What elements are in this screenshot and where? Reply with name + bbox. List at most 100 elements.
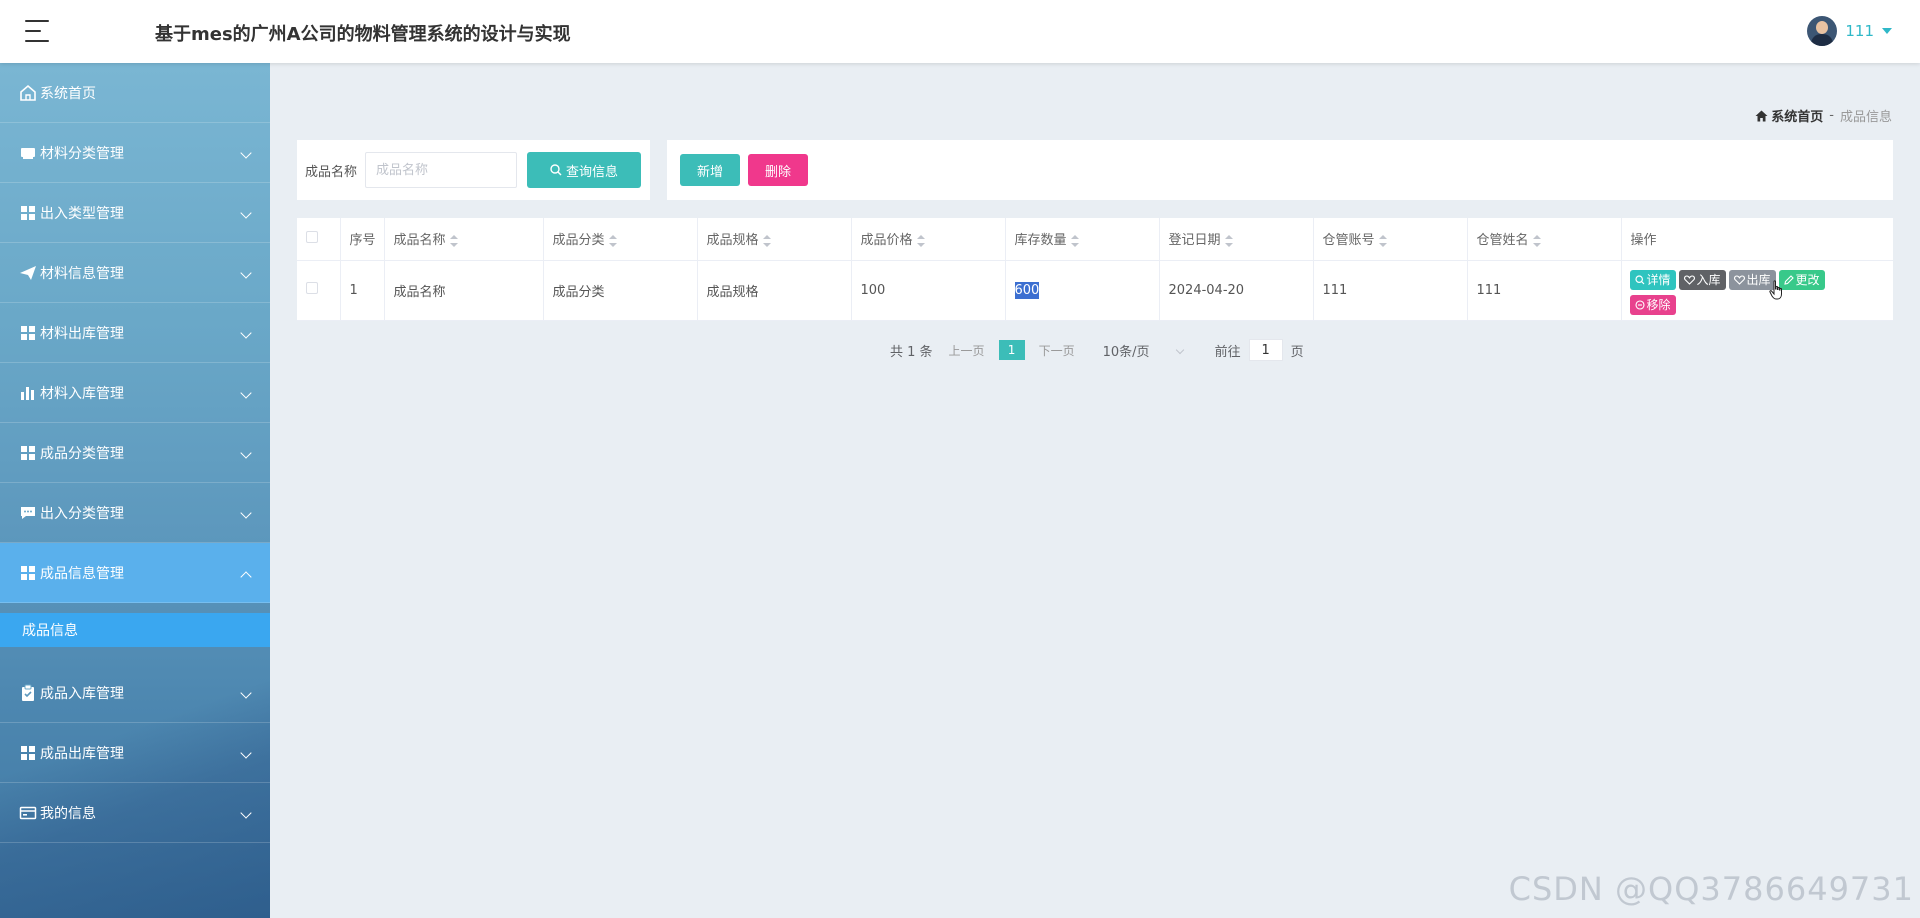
sidebar-item-label: 成品入库管理 — [40, 685, 124, 702]
circle-minus-icon — [1634, 299, 1645, 310]
chevron-down-icon — [240, 447, 252, 459]
edit-button[interactable]: 更改 — [1778, 269, 1825, 290]
breadcrumb-current: 成品信息 — [1839, 110, 1892, 125]
sort-icon[interactable] — [1532, 234, 1541, 247]
sort-icon[interactable] — [916, 234, 925, 247]
chevron-down-icon — [240, 507, 252, 519]
selected-text: 600 — [1014, 281, 1040, 299]
chevron-down-icon — [1175, 345, 1184, 355]
sidebar-item-my-info[interactable]: 我的信息 — [0, 783, 270, 843]
table-row[interactable]: 1 成品名称 成品分类 成品规格 100 600 2024-04-20 111 … — [297, 260, 1893, 321]
sort-icon[interactable] — [1224, 234, 1233, 247]
column-header[interactable]: 仓管账号 — [1313, 218, 1468, 261]
sidebar-item-product-info[interactable]: 成品信息管理 — [0, 543, 270, 603]
remove-button[interactable]: 移除 — [1629, 294, 1676, 315]
sidebar-item-home[interactable]: 系统首页 — [0, 63, 270, 123]
page-size-label: 10条/页 — [1102, 344, 1150, 360]
username[interactable]: 111 — [1845, 22, 1874, 40]
user-menu[interactable]: 111 — [1807, 16, 1892, 46]
data-table: 序号 成品名称 成品分类 成品规格 成品价格 库存数量 登记日期 仓管账号 仓管… — [297, 218, 1893, 321]
select-all-cell — [297, 218, 341, 261]
column-header-label: 仓管姓名 — [1476, 233, 1529, 249]
cell-operations: 详情 入库 出库 更改 移除 — [1621, 260, 1893, 321]
sidebar-item-label: 材料出库管理 — [40, 325, 124, 342]
sidebar-item-product-category[interactable]: 成品分类管理 — [0, 423, 270, 483]
avatar[interactable] — [1807, 16, 1838, 46]
heart-icon — [1683, 274, 1695, 285]
sidebar-item-product-inbound[interactable]: 成品入库管理 — [0, 663, 270, 723]
grid-icon — [18, 743, 38, 763]
sort-icon[interactable] — [1070, 234, 1079, 247]
prev-page-button[interactable]: 上一页 — [949, 342, 985, 359]
sort-icon[interactable] — [608, 234, 617, 247]
caret-down-icon[interactable] — [1882, 28, 1892, 34]
home-icon — [1755, 110, 1768, 121]
delete-button[interactable]: 删除 — [748, 154, 808, 186]
column-header[interactable]: 库存数量 — [1005, 218, 1160, 261]
submenu-item-product-info[interactable]: 成品信息 — [0, 613, 270, 647]
sidebar-item-label: 成品出库管理 — [40, 745, 124, 762]
action-panel: 新增 删除 — [667, 140, 1893, 200]
table-header-row: 序号 成品名称 成品分类 成品规格 成品价格 库存数量 登记日期 仓管账号 仓管… — [297, 218, 1893, 261]
search-input[interactable] — [365, 152, 518, 188]
grid-icon — [18, 443, 38, 463]
cell-keeper: 111 — [1467, 260, 1622, 321]
pagination: 共 1 条 上一页 1 下一页 10条/页 前往 页 — [890, 338, 1304, 362]
column-header-label: 成品名称 — [393, 233, 446, 249]
column-header[interactable]: 成品分类 — [543, 218, 698, 261]
column-header-label: 仓管账号 — [1322, 233, 1375, 249]
chevron-up-icon — [240, 571, 252, 583]
pencil-icon — [1783, 274, 1794, 285]
chevron-down-icon — [240, 387, 252, 399]
search-button-label: 查询信息 — [566, 164, 619, 180]
sidebar-item-material-outbound[interactable]: 材料出库管理 — [0, 303, 270, 363]
search-button[interactable]: 查询信息 — [527, 152, 642, 188]
top-header: 基于mes的广州A公司的物料管理系统的设计与实现 111 — [0, 0, 1920, 63]
stock-in-label: 入库 — [1696, 273, 1721, 287]
sidebar-item-material-info[interactable]: 材料信息管理 — [0, 243, 270, 303]
sidebar-item-label: 成品信息管理 — [40, 565, 124, 582]
add-button[interactable]: 新增 — [680, 154, 740, 186]
chevron-down-icon — [240, 747, 252, 759]
sidebar-item-material-inbound[interactable]: 材料入库管理 — [0, 363, 270, 423]
sidebar-item-label: 成品分类管理 — [40, 445, 124, 462]
column-header[interactable]: 成品规格 — [697, 218, 852, 261]
home-icon — [18, 83, 38, 103]
page-size-select[interactable]: 10条/页 — [1102, 341, 1184, 360]
detail-button[interactable]: 详情 — [1629, 269, 1676, 290]
stock-out-label: 出库 — [1746, 273, 1771, 287]
sort-icon[interactable] — [1378, 234, 1387, 247]
column-header-label: 登记日期 — [1168, 233, 1221, 249]
page-number-button[interactable]: 1 — [998, 340, 1025, 360]
column-header: 序号 — [340, 218, 385, 261]
cell-price: 100 — [851, 260, 1006, 321]
column-header-label: 成品分类 — [552, 233, 605, 249]
cell-index: 1 — [340, 260, 385, 321]
column-header-label: 成品规格 — [706, 233, 759, 249]
sidebar-item-material-category[interactable]: 材料分类管理 — [0, 123, 270, 183]
sidebar-item-label: 我的信息 — [40, 805, 96, 822]
bar-chart-icon — [18, 383, 38, 403]
sidebar-item-product-outbound[interactable]: 成品出库管理 — [0, 723, 270, 783]
sidebar-item-label: 材料信息管理 — [40, 265, 124, 282]
sidebar-item-inout-type[interactable]: 出入类型管理 — [0, 183, 270, 243]
sort-icon[interactable] — [762, 234, 771, 247]
sort-icon[interactable] — [449, 234, 458, 247]
column-header[interactable]: 仓管姓名 — [1467, 218, 1622, 261]
remove-label: 移除 — [1646, 298, 1671, 312]
breadcrumb-home-label[interactable]: 系统首页 — [1771, 106, 1823, 125]
row-checkbox[interactable] — [306, 282, 318, 294]
edit-label: 更改 — [1795, 273, 1820, 287]
sidebar-item-inout-category[interactable]: 出入分类管理 — [0, 483, 270, 543]
row-select-cell — [297, 260, 341, 321]
hamburger-menu-icon[interactable] — [25, 20, 49, 42]
breadcrumb-home[interactable]: 系统首页 — [1755, 106, 1823, 125]
goto-page-input[interactable] — [1248, 339, 1283, 361]
wallet-icon — [18, 803, 38, 823]
column-header[interactable]: 成品价格 — [851, 218, 1006, 261]
column-header[interactable]: 登记日期 — [1159, 218, 1314, 261]
stock-in-button[interactable]: 入库 — [1678, 269, 1726, 290]
next-page-button[interactable]: 下一页 — [1039, 342, 1075, 359]
select-all-checkbox[interactable] — [306, 230, 318, 243]
column-header[interactable]: 成品名称 — [384, 218, 544, 261]
